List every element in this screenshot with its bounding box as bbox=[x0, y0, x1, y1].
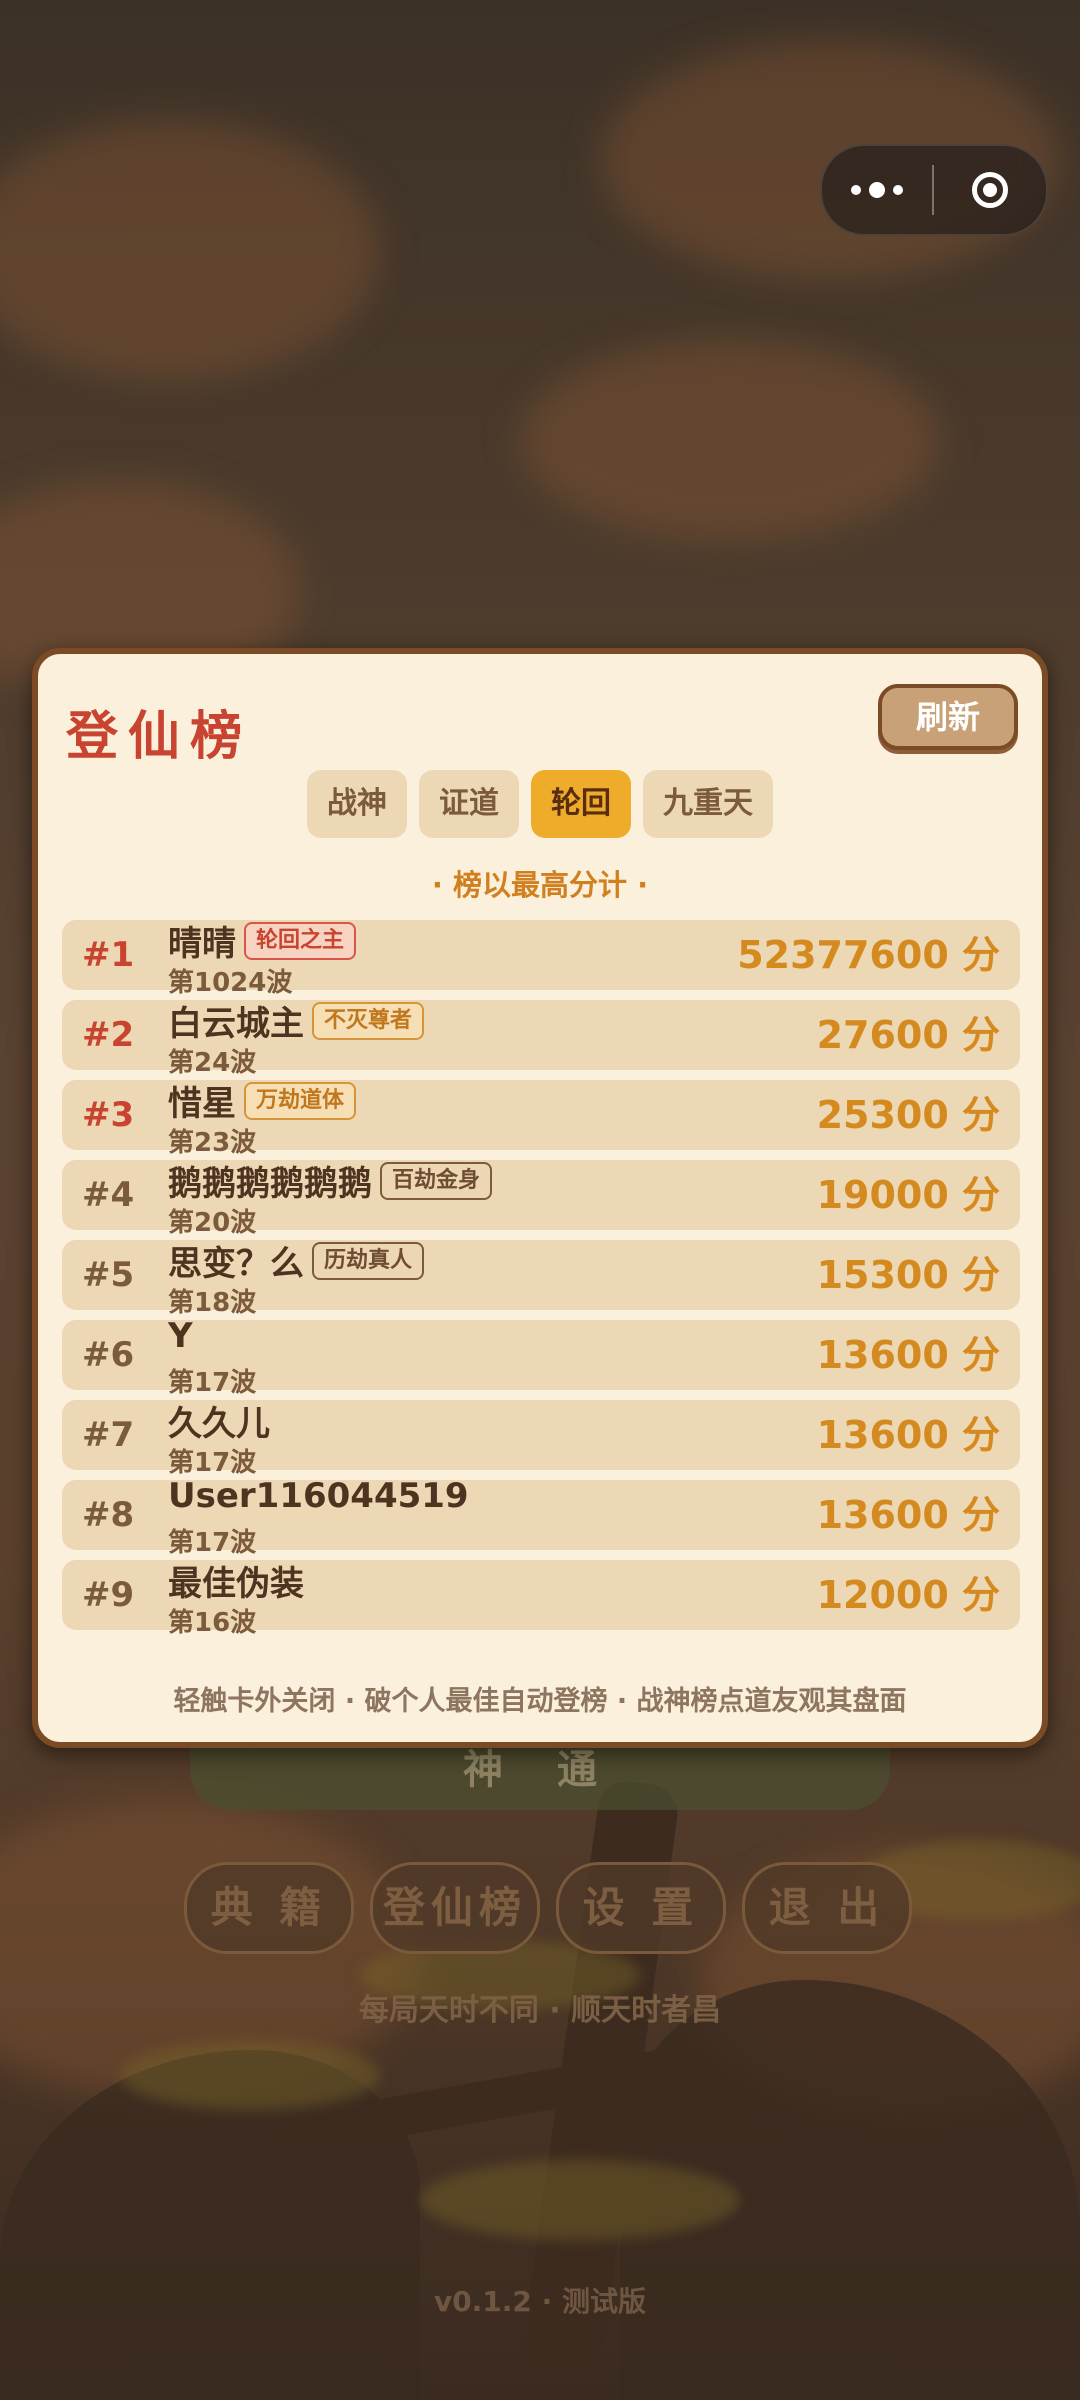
leaderboard-row[interactable]: #7 久久儿第17波 13600 分 bbox=[62, 1400, 1020, 1478]
player-name-group: 久久儿 bbox=[168, 1396, 270, 1445]
title-badge: 万劫道体 bbox=[244, 1081, 357, 1120]
player-name: Y bbox=[168, 1316, 193, 1356]
score-value: 15300 分 bbox=[816, 1253, 1000, 1297]
leaderboard-button[interactable]: 登仙榜 bbox=[370, 1862, 540, 1954]
player-name-group: Y bbox=[168, 1316, 193, 1356]
more-dots-icon[interactable] bbox=[822, 146, 932, 234]
rank-number: #9 bbox=[82, 1575, 135, 1615]
tab-attain-dao[interactable]: 证道 bbox=[419, 770, 519, 838]
score-value: 13600 分 bbox=[816, 1333, 1000, 1377]
leaderboard-row[interactable]: #4 鹅鹅鹅鹅鹅鹅 百劫金身第20波 19000 分 bbox=[62, 1160, 1020, 1238]
leaderboard-row[interactable]: #9 最佳伪装第16波 12000 分 bbox=[62, 1560, 1020, 1638]
exit-button[interactable]: 退 出 bbox=[742, 1862, 912, 1954]
player-name: 久久儿 bbox=[168, 1404, 270, 1444]
player-name: 晴晴 bbox=[168, 924, 236, 964]
title-badge: 百劫金身 bbox=[380, 1161, 493, 1200]
classics-button[interactable]: 典 籍 bbox=[184, 1862, 354, 1954]
score-value: 13600 分 bbox=[816, 1413, 1000, 1457]
rank-number: #5 bbox=[82, 1255, 135, 1295]
motto-text: 每局天时不同 · 顺天时者昌 bbox=[358, 1993, 722, 2028]
leaderboard-list: #1 晴晴 轮回之主 第1024波 52377600 分 #2 白云城主 不灭尊者 第24波 27… bbox=[62, 920, 1020, 1640]
score-value: 25300 分 bbox=[816, 1093, 1000, 1137]
score-value: 12000 分 bbox=[816, 1573, 1000, 1617]
tab-ninth-heaven[interactable]: 九重天 bbox=[643, 770, 773, 838]
leaderboard-modal: 登仙榜 刷新 战神 证道 轮回 九重天 · 榜以最高分计 · #1 晴晴 轮回之主第… bbox=[32, 648, 1048, 1748]
wave-count: 第18波 bbox=[168, 1288, 257, 1318]
player-name-group: User116044519 bbox=[168, 1476, 469, 1516]
score-value: 13600 分 bbox=[816, 1493, 1000, 1537]
player-name: 惜星 bbox=[168, 1084, 236, 1124]
rank-number: #6 bbox=[82, 1335, 135, 1375]
player-name-group: 鹅鹅鹅鹅鹅鹅 百劫金身 bbox=[168, 1156, 493, 1205]
leaderboard-row[interactable]: #6 Y 第17波 13600 分 bbox=[62, 1316, 1020, 1398]
wave-count: 第17波 bbox=[168, 1448, 257, 1478]
ranking-note: · 榜以最高分计 · bbox=[431, 868, 649, 902]
footer-tip: 轻触卡外关闭 · 破个人最佳自动登榜 · 战神榜点道友观其盘面 bbox=[173, 1686, 907, 1717]
leaderboard-row[interactable]: #1 晴晴 轮回之主第1024波 52377600 分 bbox=[62, 920, 1020, 998]
settings-button[interactable]: 设 置 bbox=[556, 1862, 726, 1954]
wave-count: 第17波 bbox=[168, 1528, 257, 1558]
rank-number: #1 bbox=[82, 935, 135, 975]
wave-count: 第17波 bbox=[168, 1368, 257, 1398]
wave-count: 第1024波 bbox=[168, 968, 293, 998]
wave-count: 第23波 bbox=[168, 1128, 257, 1158]
player-name-group: 最佳伪装 bbox=[168, 1556, 304, 1605]
score-value: 19000 分 bbox=[816, 1173, 1000, 1217]
rank-number: #7 bbox=[82, 1415, 135, 1455]
leaderboard-row[interactable]: #8 User116044519 第17波 13600 分 bbox=[62, 1476, 1020, 1558]
rank-number: #3 bbox=[82, 1095, 135, 1135]
player-name-group: 惜星 万劫道体 bbox=[168, 1076, 357, 1125]
rank-number: #4 bbox=[82, 1175, 135, 1215]
wave-count: 第20波 bbox=[168, 1208, 257, 1238]
leaderboard-title: 登仙榜 bbox=[66, 707, 253, 767]
version-text: v0.1.2 · 测试版 bbox=[433, 2285, 647, 2318]
wave-count: 第24波 bbox=[168, 1048, 257, 1078]
rank-number: #2 bbox=[82, 1015, 135, 1055]
player-name-group: 白云城主 不灭尊者 bbox=[168, 996, 425, 1045]
mini-program-capsule bbox=[820, 144, 1048, 236]
title-badge: 历劫真人 bbox=[312, 1241, 425, 1280]
target-close-icon[interactable] bbox=[934, 172, 1046, 208]
player-name: 最佳伪装 bbox=[168, 1564, 304, 1604]
player-name: 鹅鹅鹅鹅鹅鹅 bbox=[168, 1164, 372, 1204]
wave-count: 第16波 bbox=[168, 1608, 257, 1638]
score-value: 27600 分 bbox=[816, 1013, 1000, 1057]
leaderboard-tabs: 战神 证道 轮回 九重天 bbox=[38, 770, 1042, 838]
skills-button[interactable]: 神 通 bbox=[190, 1740, 890, 1810]
tab-reincarnation[interactable]: 轮回 bbox=[531, 770, 631, 838]
leaderboard-row[interactable]: #2 白云城主 不灭尊者第24波 27600 分 bbox=[62, 1000, 1020, 1078]
player-name: 思变？么 bbox=[168, 1244, 304, 1284]
player-name-group: 思变？么 历劫真人 bbox=[168, 1236, 425, 1285]
player-name-group: 晴晴 轮回之主 bbox=[168, 916, 357, 965]
title-badge: 不灭尊者 bbox=[312, 1001, 425, 1040]
rank-number: #8 bbox=[82, 1495, 135, 1535]
tab-war-god[interactable]: 战神 bbox=[307, 770, 407, 838]
leaderboard-row[interactable]: #3 惜星 万劫道体第23波 25300 分 bbox=[62, 1080, 1020, 1158]
refresh-button[interactable]: 刷新 bbox=[878, 684, 1018, 750]
score-value: 52377600 分 bbox=[737, 933, 1000, 977]
title-badge: 轮回之主 bbox=[244, 921, 357, 960]
main-menu-buttons: 典 籍 登仙榜 设 置 退 出 bbox=[184, 1862, 912, 1954]
player-name: 白云城主 bbox=[168, 1004, 304, 1044]
leaderboard-row[interactable]: #5 思变？么 历劫真人第18波 15300 分 bbox=[62, 1240, 1020, 1318]
player-name: User116044519 bbox=[168, 1476, 469, 1516]
